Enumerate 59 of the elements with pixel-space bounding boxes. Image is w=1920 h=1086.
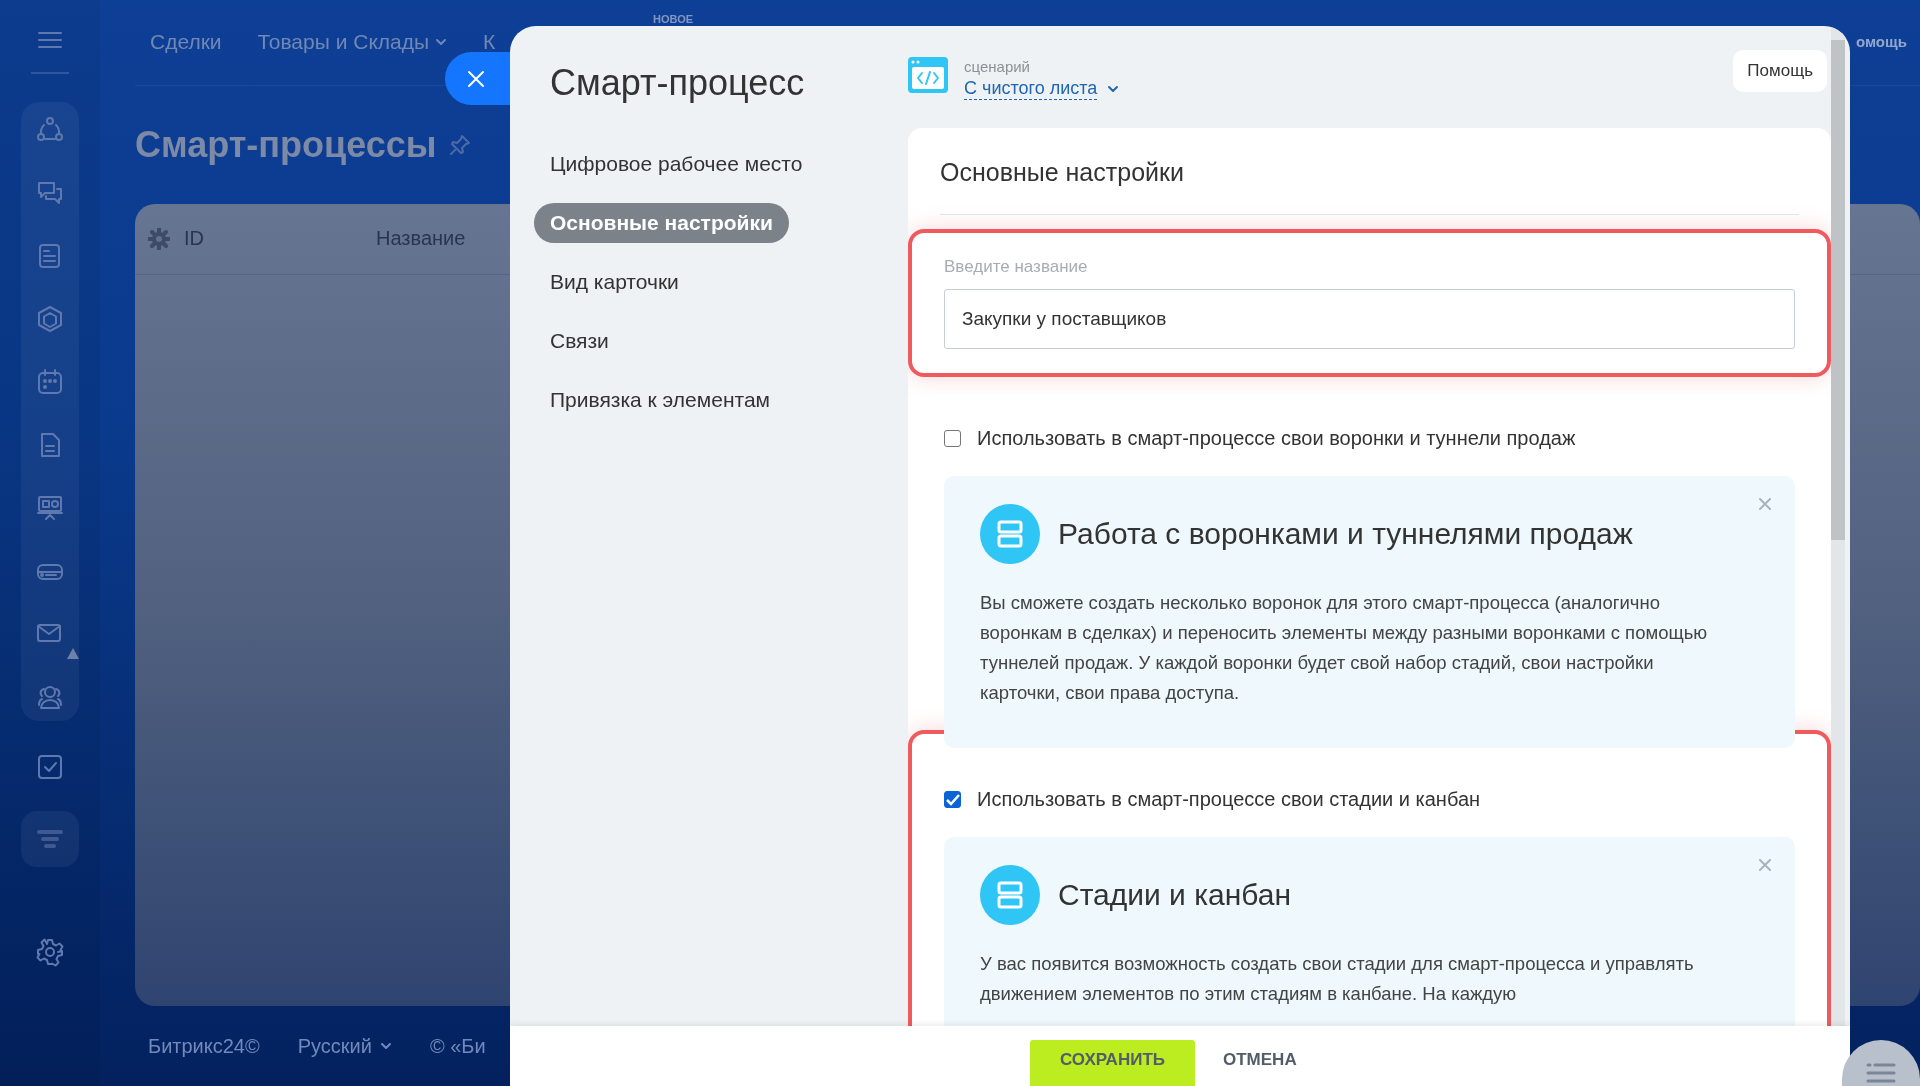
- new-label: НОВОЕ: [653, 13, 694, 25]
- checkbox-icon[interactable]: [36, 753, 64, 781]
- settings-icon[interactable]: [35, 937, 65, 967]
- menu-icon[interactable]: [37, 30, 63, 50]
- checkbox-label: Использовать в смарт-процессе свои воронки и туннели продаж: [977, 427, 1576, 450]
- scrollbar[interactable]: [1831, 26, 1845, 1026]
- nav-item[interactable]: Основные настройки: [534, 203, 789, 243]
- people-icon[interactable]: [36, 683, 64, 711]
- page-title: Смарт-процессы: [135, 123, 437, 166]
- panel-title: Смарт-процесс: [550, 62, 805, 104]
- chat-icon[interactable]: [36, 179, 64, 207]
- save-button[interactable]: СОХРАНИТЬ: [1030, 1040, 1195, 1086]
- settings-icon[interactable]: [148, 227, 170, 250]
- info-title: Стадии и канбан: [1058, 878, 1291, 912]
- hexagon-icon[interactable]: [36, 305, 64, 333]
- checkbox[interactable]: [944, 430, 961, 447]
- info-text: У вас появится возможность создать свои стадии для смарт-процесса и управлять движением элементов по этим стадиям в канбане. На каждую: [980, 952, 1695, 1006]
- presentation-board-icon[interactable]: [36, 494, 64, 522]
- nav-item[interactable]: Вид карточки: [534, 262, 695, 302]
- code-window-icon: [908, 57, 948, 93]
- close-icon[interactable]: [1759, 498, 1771, 510]
- stack-icon: [980, 865, 1040, 925]
- field-label: Введите название: [944, 256, 1089, 278]
- calendar-icon[interactable]: [36, 368, 64, 396]
- list-button[interactable]: [1842, 1040, 1920, 1086]
- caret-icon: [1107, 84, 1120, 94]
- column-header[interactable]: Название: [376, 227, 466, 251]
- nav-link[interactable]: Товары и Склады: [257, 30, 448, 55]
- close-icon[interactable]: [1759, 859, 1771, 871]
- column-header[interactable]: ID: [184, 227, 376, 251]
- warning-icon: [66, 647, 80, 660]
- info-title: Работа с воронками и туннелями продаж: [1058, 517, 1633, 551]
- cancel-button[interactable]: ОТМЕНА: [1223, 1040, 1297, 1070]
- checkbox-label: Использовать в смарт-процессе свои стадии и канбан: [977, 788, 1481, 811]
- nav-item[interactable]: Связи: [534, 321, 625, 361]
- close-button[interactable]: [445, 52, 510, 105]
- name-field[interactable]: Закупки у поставщиков: [944, 289, 1795, 349]
- nodes-icon[interactable]: [36, 116, 64, 144]
- nav-item[interactable]: Цифровое рабочее место: [534, 144, 819, 184]
- info-text: Вы сможете создать несколько воронок для этого смарт-процесса (аналогично воронкам в сделках) и переносить элементы между разными воронками с помощью туннелей продаж. У каждой воронки будет свой набор стадий, свои настройки карточки, свои права доступа.: [980, 591, 1709, 705]
- scenario-label: сценарий: [964, 58, 1031, 75]
- footer-link[interactable]: © «Би: [429, 1034, 486, 1058]
- filter-button[interactable]: [21, 811, 79, 867]
- checkbox[interactable]: [944, 791, 961, 808]
- nav-link[interactable]: К: [483, 30, 496, 55]
- list-icon: [1866, 1062, 1896, 1084]
- help-link[interactable]: омощь: [1856, 33, 1907, 50]
- nav-link[interactable]: Сделки: [150, 30, 222, 55]
- close-icon: [467, 69, 485, 88]
- pin-icon[interactable]: [448, 133, 471, 156]
- stack-icon: [980, 504, 1040, 564]
- help-button[interactable]: Помощь: [1733, 50, 1827, 92]
- nav-item[interactable]: Привязка к элементам: [534, 380, 786, 420]
- footer-link[interactable]: Русский: [297, 1034, 392, 1058]
- scenario-dropdown[interactable]: С чистого листа: [964, 78, 1120, 100]
- scrollbar-thumb[interactable]: [1831, 40, 1845, 540]
- section-title: Основные настройки: [940, 158, 1185, 187]
- filter-icon: [36, 828, 64, 850]
- footer-link[interactable]: Битрикс24©: [148, 1034, 260, 1058]
